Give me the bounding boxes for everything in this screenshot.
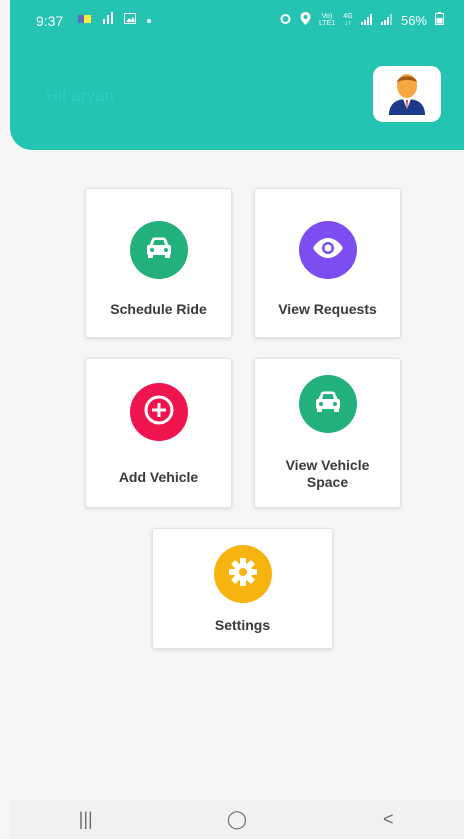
plus-circle-icon [143, 394, 175, 431]
system-nav-bar: ||| ◯ < [10, 800, 464, 839]
eye-icon [312, 237, 344, 263]
location-icon [300, 12, 311, 28]
gear-icon [228, 557, 258, 592]
4g-icon: 4G ↓↑ [343, 13, 353, 27]
home-button[interactable]: ◯ [207, 809, 267, 830]
add-vehicle-card[interactable]: Add Vehicle [85, 358, 232, 508]
signal-icon [380, 13, 393, 28]
battery-percent: 56% [400, 12, 427, 28]
view-requests-card[interactable]: View Requests [254, 188, 401, 338]
schedule-ride-label: Schedule Ride [110, 301, 207, 317]
add-vehicle-label: Add Vehicle [118, 469, 199, 485]
alarm-icon [279, 12, 292, 28]
user-avatar-icon [385, 69, 429, 120]
view-requests-label: View Requests [278, 301, 377, 317]
signal-bars-icon [102, 12, 114, 27]
status-right-icons: Vo) LTE1 4G ↓↑ 56% [279, 12, 444, 28]
settings-icon-circle [213, 545, 272, 603]
settings-label: Settings [214, 617, 271, 633]
back-button[interactable]: < [358, 809, 418, 830]
volte-icon: Vo) LTE1 [318, 13, 336, 27]
status-left-icons [78, 12, 152, 27]
view-vehicle-space-label: View Vehicle Space [285, 457, 370, 490]
message-icon [78, 13, 92, 27]
view-vehicle-space-icon-circle [298, 375, 357, 433]
status-time: 9:37 [36, 13, 64, 29]
status-bar: 9:37 Vo) LTE1 4G ↓↑ 56% [10, 0, 464, 40]
car-icon [144, 236, 174, 265]
settings-card[interactable]: Settings [152, 528, 333, 649]
dot-icon [146, 13, 152, 27]
view-requests-icon-circle [298, 221, 357, 279]
battery-icon [435, 12, 444, 28]
signal-icon [360, 13, 373, 28]
image-icon [124, 12, 136, 27]
schedule-ride-card[interactable]: Schedule Ride [85, 188, 232, 338]
car-icon [313, 390, 343, 419]
schedule-ride-icon-circle [129, 221, 188, 279]
view-vehicle-space-card[interactable]: View Vehicle Space [254, 358, 401, 508]
profile-avatar-button[interactable] [373, 66, 441, 122]
greeting-text: Hi! aryan [46, 86, 115, 105]
add-vehicle-icon-circle [129, 383, 188, 441]
recent-apps-button[interactable]: ||| [56, 809, 116, 830]
